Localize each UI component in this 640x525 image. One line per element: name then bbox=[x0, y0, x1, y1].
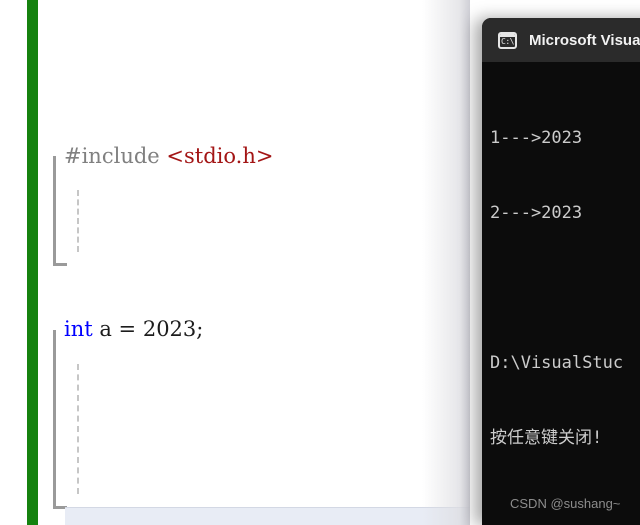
console-window-icon: C:\ bbox=[498, 31, 517, 49]
fold-bracket-test bbox=[53, 156, 56, 266]
console-output-prompt-line: 按任意键关闭! bbox=[490, 428, 603, 448]
console-output-path-line: D:\VisualStuc bbox=[490, 353, 624, 373]
indent-guide-main bbox=[77, 364, 79, 494]
code-line-include: #include <stdio.h> bbox=[0, 139, 470, 174]
watermark: CSDN @sushang~ bbox=[510, 496, 621, 511]
token-keyword-int: int bbox=[64, 317, 93, 342]
console-icon-glyph: C:\ bbox=[501, 36, 514, 46]
console-titlebar[interactable]: C:\ Microsoft Visua bbox=[482, 18, 640, 62]
fold-bracket-foot-test bbox=[53, 263, 67, 266]
console-output-line: 2--->2023 bbox=[490, 203, 583, 223]
editor-bottom-panel bbox=[65, 507, 470, 525]
token-var-decl-rest: a = 2023; bbox=[92, 317, 204, 342]
console-output-blank-line bbox=[490, 276, 640, 301]
console-output-line: 1--->2023 bbox=[490, 128, 583, 148]
code-text-area[interactable]: #include <stdio.h> int a = 2023; void te… bbox=[0, 0, 470, 525]
token-include-header: <stdio.h> bbox=[166, 143, 274, 168]
console-output[interactable]: 1--->2023 2--->2023 D:\VisualStuc 按任意键关闭… bbox=[482, 62, 640, 501]
fold-bracket-main bbox=[53, 330, 56, 509]
code-line-global-var: int a = 2023; bbox=[0, 312, 470, 347]
console-title: Microsoft Visua bbox=[529, 31, 640, 49]
console-window[interactable]: C:\ Microsoft Visua 1--->2023 2--->2023 … bbox=[482, 18, 640, 525]
code-editor-pane[interactable]: #include <stdio.h> int a = 2023; void te… bbox=[0, 0, 470, 525]
indent-guide-test bbox=[77, 190, 79, 252]
screenshot-root: #include <stdio.h> int a = 2023; void te… bbox=[0, 0, 640, 525]
token-include-directive: #include bbox=[64, 143, 160, 168]
